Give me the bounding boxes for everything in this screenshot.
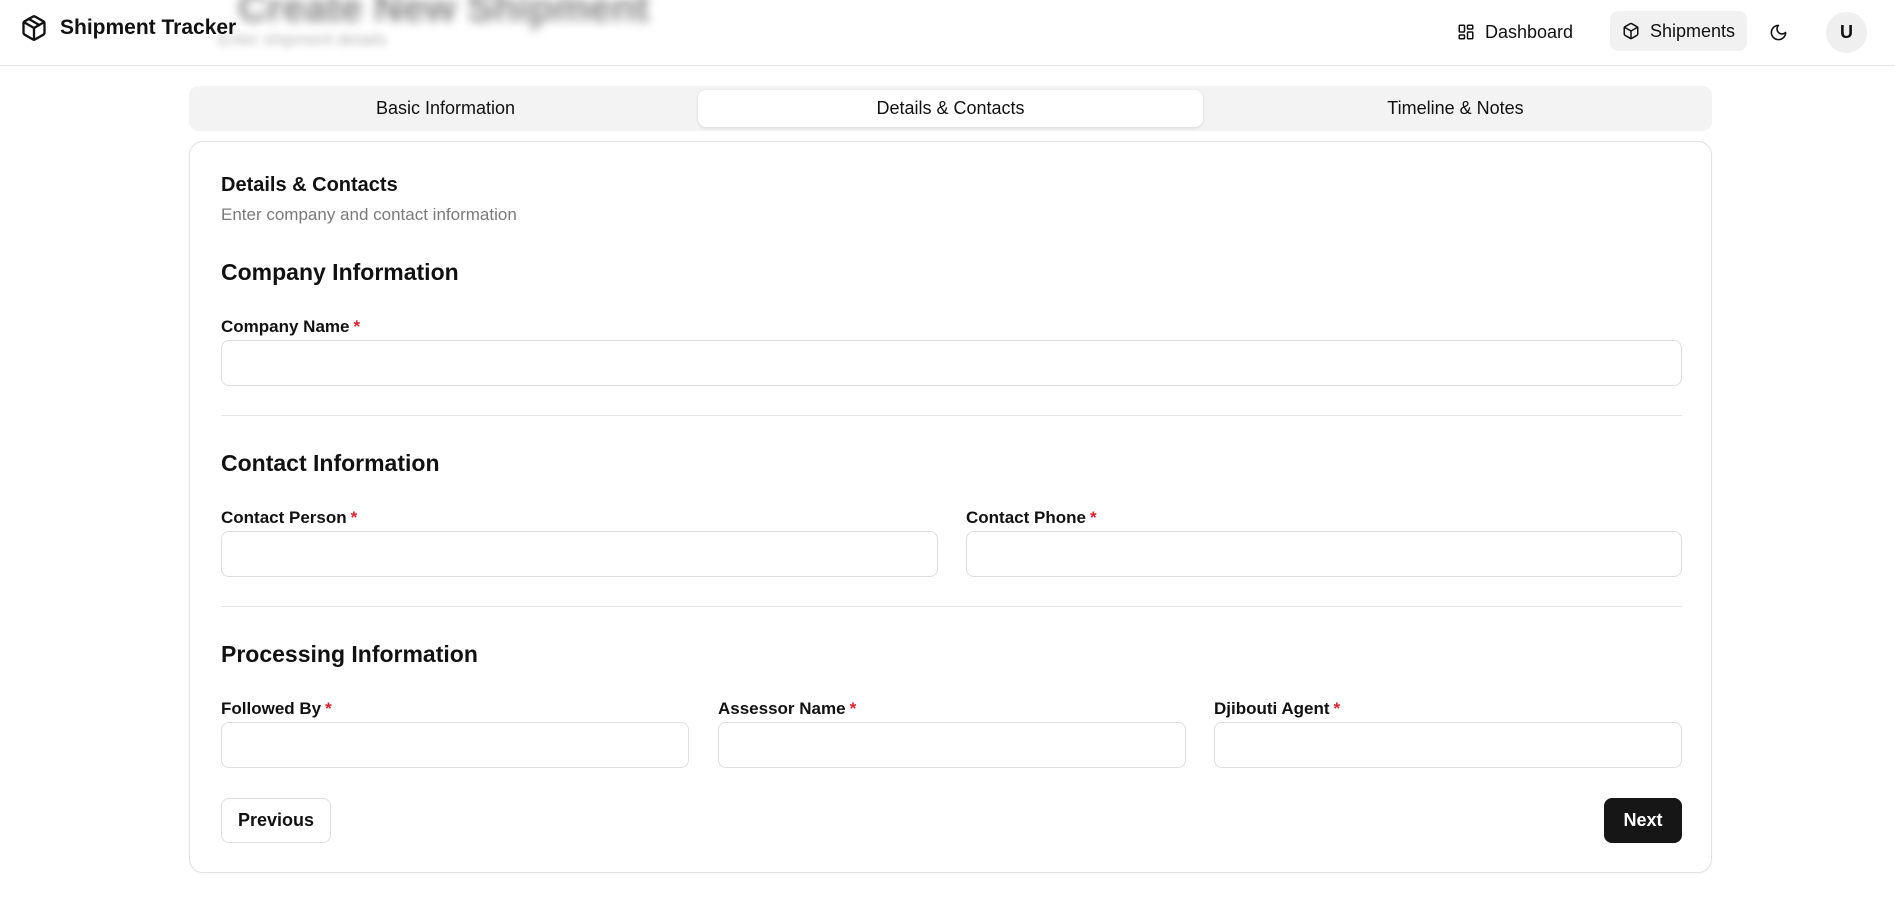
djibouti-agent-input[interactable]	[1214, 722, 1682, 768]
brand[interactable]: Shipment Tracker	[20, 14, 236, 42]
nav-shipments-label: Shipments	[1650, 20, 1736, 41]
tab-timeline-notes[interactable]: Timeline & Notes	[1203, 90, 1708, 127]
contact-phone-label-text: Contact Phone	[966, 508, 1086, 527]
previous-button[interactable]: Previous	[221, 798, 331, 843]
brand-name: Shipment Tracker	[60, 16, 237, 39]
package-icon	[1622, 22, 1640, 40]
blurred-background-title: Create New Shipment	[238, 0, 650, 30]
company-section-title: Company Information	[221, 259, 459, 285]
package-icon	[20, 14, 48, 42]
dashboard-icon	[1457, 23, 1475, 41]
followed-by-input[interactable]	[221, 722, 689, 768]
assessor-name-label-text: Assessor Name	[718, 699, 846, 718]
contact-person-label: Contact Person *	[221, 508, 357, 528]
contact-phone-input[interactable]	[966, 531, 1682, 577]
followed-by-label: Followed By *	[221, 699, 332, 719]
nav-shipments[interactable]: Shipments	[1610, 11, 1748, 51]
nav-dashboard[interactable]: Dashboard	[1445, 13, 1585, 51]
assessor-name-label: Assessor Name *	[718, 699, 856, 719]
card-description: Enter company and contact information	[221, 205, 517, 224]
moon-icon	[1769, 23, 1788, 42]
section-divider	[221, 415, 1682, 416]
required-asterisk: *	[353, 317, 361, 336]
card-title: Details & Contacts	[221, 174, 398, 196]
top-navbar: Create New Shipment Enter shipment detai…	[0, 0, 1895, 66]
contact-person-label-text: Contact Person	[221, 508, 347, 527]
contact-section-title: Contact Information	[221, 450, 440, 476]
section-divider	[221, 606, 1682, 607]
form-tabs: Basic Information Details & Contacts Tim…	[189, 86, 1712, 131]
company-name-label-text: Company Name	[221, 317, 350, 336]
djibouti-agent-label-text: Djibouti Agent	[1214, 699, 1330, 718]
blurred-background-subtitle: Enter shipment details	[218, 30, 387, 49]
company-name-label: Company Name *	[221, 317, 360, 337]
tab-details-contacts[interactable]: Details & Contacts	[698, 90, 1203, 127]
required-asterisk: *	[1089, 508, 1097, 527]
required-asterisk: *	[1333, 699, 1341, 718]
theme-toggle-button[interactable]	[1758, 12, 1798, 52]
next-button[interactable]: Next	[1604, 798, 1682, 843]
nav-dashboard-label: Dashboard	[1485, 21, 1574, 42]
followed-by-label-text: Followed By	[221, 699, 322, 718]
required-asterisk: *	[350, 508, 358, 527]
company-name-input[interactable]	[221, 340, 1682, 386]
contact-person-input[interactable]	[221, 531, 938, 577]
required-asterisk: *	[325, 699, 332, 718]
details-contacts-card: Details & Contacts Enter company and con…	[189, 141, 1712, 873]
contact-phone-label: Contact Phone *	[966, 508, 1097, 528]
djibouti-agent-label: Djibouti Agent *	[1214, 699, 1340, 719]
tab-basic-information[interactable]: Basic Information	[193, 90, 698, 127]
required-asterisk: *	[849, 699, 857, 718]
assessor-name-input[interactable]	[718, 722, 1186, 768]
processing-section-title: Processing Information	[221, 641, 478, 667]
user-avatar[interactable]: U	[1826, 12, 1867, 53]
